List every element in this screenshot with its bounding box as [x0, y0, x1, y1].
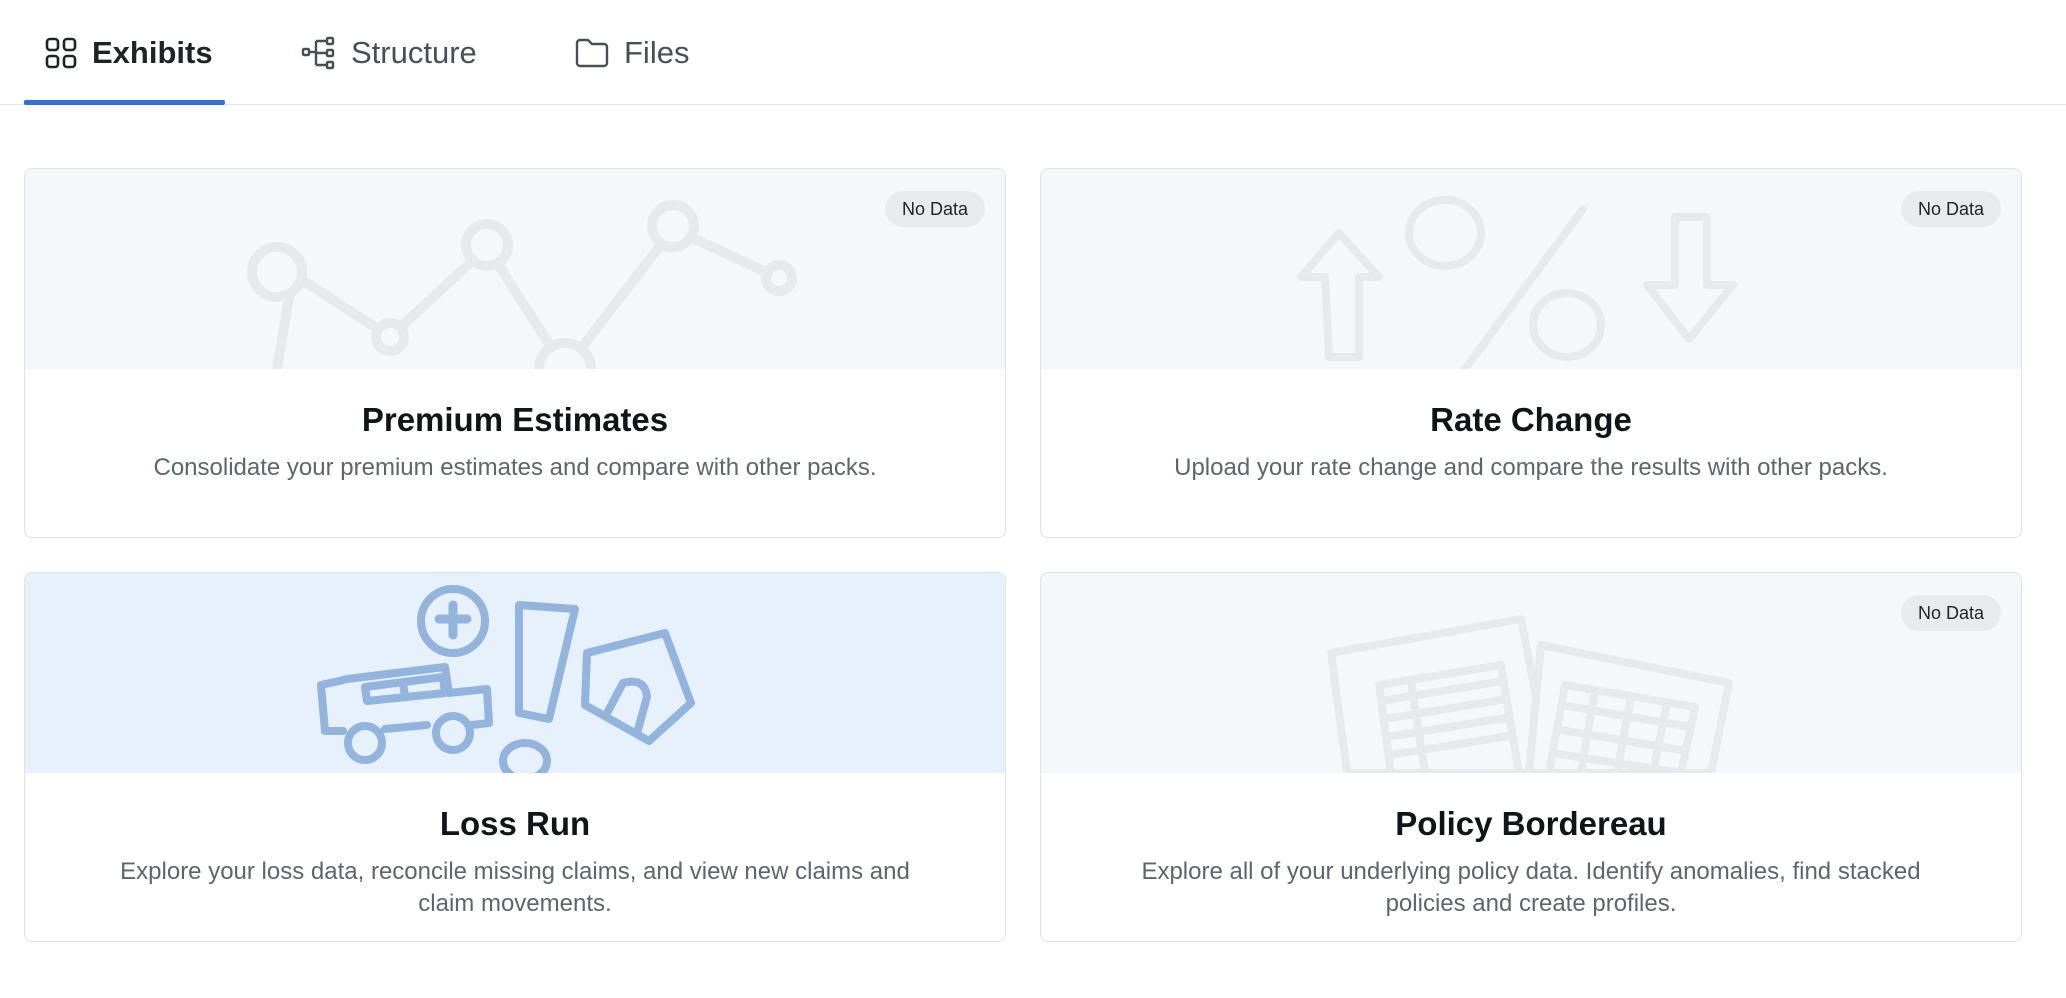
card-banner	[25, 573, 1005, 773]
status-badge: No Data	[884, 191, 985, 227]
card-title: Policy Bordereau	[1395, 805, 1667, 842]
card-description: Consolidate your premium estimates and c…	[153, 454, 877, 481]
folder-icon	[575, 38, 609, 67]
card-loss-run[interactable]: Loss Run Explore your loss data, reconci…	[24, 572, 1006, 942]
card-banner	[1041, 169, 2021, 369]
hierarchy-icon	[301, 36, 335, 69]
active-tab-indicator	[24, 100, 225, 105]
card-policy-bordereau[interactable]: No Data Policy Bordereau Explore all of …	[1040, 572, 2022, 942]
status-badge: No Data	[1900, 595, 2001, 631]
card-title: Premium Estimates	[361, 401, 669, 438]
card-title: Loss Run	[439, 805, 591, 842]
percent-arrows-icon	[1297, 196, 1737, 369]
card-premium-estimates[interactable]: No Data Premium Estimates Consolidate yo…	[24, 168, 1006, 538]
tab-structure-label: Structure	[351, 34, 477, 70]
card-banner	[1041, 573, 2021, 773]
card-description: Upload your rate change and compare the …	[1174, 454, 1888, 481]
tab-bar: Exhibits Structure Files	[0, 0, 2066, 105]
status-badge: No Data	[1900, 191, 2001, 227]
card-rate-change[interactable]: No Data Rate Change Upload your rate cha…	[1040, 168, 2022, 538]
tab-exhibits-label: Exhibits	[92, 34, 213, 70]
card-banner	[25, 169, 1005, 369]
tab-exhibits[interactable]: Exhibits	[44, 0, 213, 105]
card-title: Rate Change	[1430, 401, 1632, 438]
tab-files[interactable]: Files	[574, 0, 689, 105]
grid-icon	[45, 37, 77, 68]
car-house-medical-icon	[317, 585, 695, 773]
tab-files-label: Files	[624, 34, 690, 70]
spreadsheets-icon	[1327, 615, 1733, 773]
tab-structure[interactable]: Structure	[301, 0, 477, 105]
card-description: Explore all of your underlying policy da…	[1141, 858, 1921, 917]
card-description: Explore your loss data, reconcile missin…	[120, 858, 910, 917]
line-chart-icon	[247, 200, 797, 369]
